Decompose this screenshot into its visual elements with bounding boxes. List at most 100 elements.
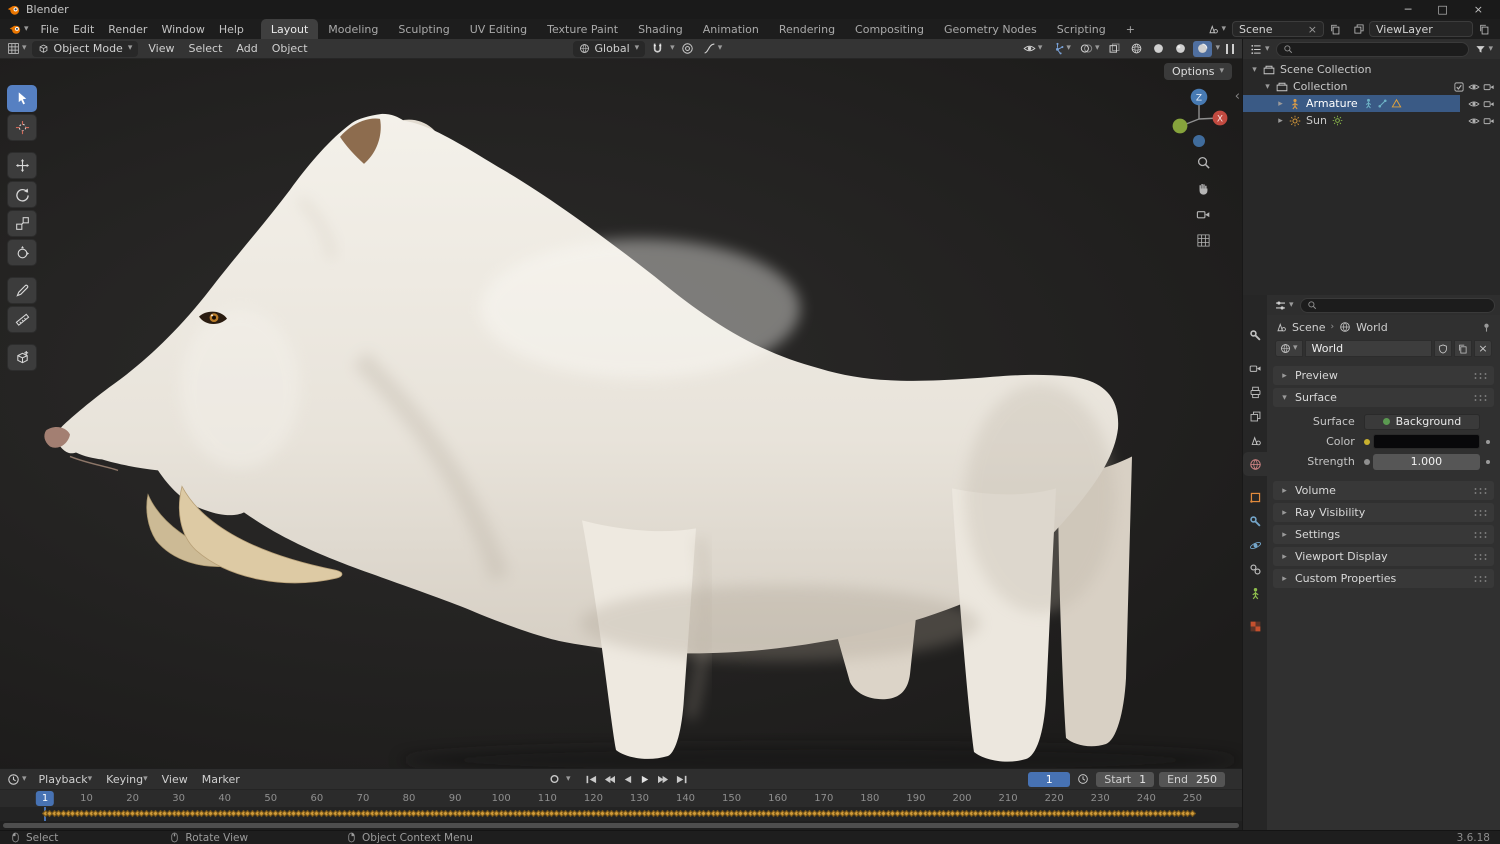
- viewport-menu-add[interactable]: Add: [229, 42, 264, 55]
- panel-volume[interactable]: ▸ Volume: [1273, 481, 1494, 500]
- tool-move[interactable]: [7, 152, 37, 179]
- menu-window[interactable]: Window: [154, 19, 211, 39]
- xray-toggle[interactable]: [1105, 41, 1124, 57]
- timeline-menu-marker[interactable]: Marker: [195, 773, 247, 786]
- show-overlays-toggle[interactable]: ▾: [1077, 41, 1103, 57]
- options-button[interactable]: Options ▾: [1164, 63, 1232, 80]
- strength-field[interactable]: 1.000: [1372, 453, 1480, 470]
- properties-tab-texture[interactable]: [1243, 614, 1267, 638]
- breadcrumb-scene[interactable]: Scene: [1292, 321, 1326, 334]
- viewport-menu-select[interactable]: Select: [181, 42, 229, 55]
- next-keyframe-button[interactable]: [655, 772, 671, 787]
- outliner-row-sun[interactable]: ▸ Sun: [1243, 112, 1500, 129]
- tool-add-cube[interactable]: [7, 344, 37, 371]
- snap-options-caret-icon[interactable]: ▾: [670, 44, 675, 53]
- minimize-button[interactable]: ─: [1405, 3, 1412, 16]
- workspace-tab-texture-paint[interactable]: Texture Paint: [537, 19, 628, 39]
- timeline-menu-playback[interactable]: Playback ▾: [32, 773, 100, 786]
- properties-tab-output[interactable]: [1243, 380, 1267, 404]
- panel-ray-visibility[interactable]: ▸ Ray Visibility: [1273, 503, 1494, 522]
- fake-user-button[interactable]: [1434, 340, 1452, 357]
- animate-color-dot[interactable]: [1483, 439, 1492, 444]
- snap-toggle[interactable]: [648, 41, 667, 57]
- camera-toggle[interactable]: [1483, 98, 1495, 110]
- properties-tab-modifiers[interactable]: [1243, 509, 1267, 533]
- unlink-scene-icon[interactable]: ×: [1308, 23, 1317, 36]
- timeline-keyframe-track[interactable]: [0, 807, 1242, 821]
- toggle-perspective-grid-icon[interactable]: [1196, 233, 1211, 248]
- shading-options-caret-icon[interactable]: ▾: [1215, 44, 1220, 53]
- current-frame-field[interactable]: 1: [1028, 771, 1071, 787]
- menu-file[interactable]: File: [34, 19, 66, 39]
- properties-tab-object[interactable]: [1243, 485, 1267, 509]
- play-button[interactable]: [637, 772, 653, 787]
- workspace-tab-rendering[interactable]: Rendering: [769, 19, 845, 39]
- frame-start-field[interactable]: Start 1: [1096, 771, 1155, 787]
- properties-tab-render[interactable]: [1243, 356, 1267, 380]
- menu-help[interactable]: Help: [212, 19, 251, 39]
- prev-keyframe-button[interactable]: [601, 772, 617, 787]
- browse-scene-button[interactable]: ▾: [1205, 23, 1228, 35]
- shading-solid-button[interactable]: [1149, 41, 1168, 57]
- outliner-row-scene-collection[interactable]: ▾ Scene Collection: [1243, 61, 1500, 78]
- workspace-tab-modeling[interactable]: Modeling: [318, 19, 388, 39]
- shading-wireframe-button[interactable]: [1127, 41, 1146, 57]
- pan-hand-icon[interactable]: [1196, 181, 1211, 196]
- new-scene-button[interactable]: [1328, 24, 1343, 35]
- panel-custom-properties[interactable]: ▸ Custom Properties: [1273, 569, 1494, 588]
- navigation-gizmo[interactable]: Z X: [1167, 85, 1231, 149]
- scrollbar-thumb[interactable]: [3, 823, 1239, 828]
- eye-toggle[interactable]: [1468, 98, 1480, 110]
- properties-tab-scene[interactable]: [1243, 428, 1267, 452]
- workspace-tab-scripting[interactable]: Scripting: [1047, 19, 1116, 39]
- transform-orientation-dropdown[interactable]: Global ▾: [572, 40, 646, 57]
- saber-tooth-cat-model[interactable]: [0, 59, 1242, 768]
- properties-tab-constraints[interactable]: [1243, 557, 1267, 581]
- properties-tab-tool[interactable]: [1243, 323, 1267, 347]
- zoom-icon[interactable]: [1196, 155, 1211, 170]
- timeline-menu-keying[interactable]: Keying ▾: [99, 773, 154, 786]
- shading-rendered-button[interactable]: [1193, 40, 1213, 57]
- outliner-row-collection[interactable]: ▾ Collection: [1243, 78, 1500, 95]
- properties-editor-type-button[interactable]: ▾: [1272, 299, 1296, 312]
- menu-render[interactable]: Render: [101, 19, 154, 39]
- viewport-menu-object[interactable]: Object: [265, 42, 315, 55]
- disclosure-icon[interactable]: ▸: [1275, 99, 1286, 109]
- workspace-tab-animation[interactable]: Animation: [693, 19, 769, 39]
- panel-viewport-display[interactable]: ▸ Viewport Display: [1273, 547, 1494, 566]
- world-color-swatch[interactable]: [1372, 434, 1480, 449]
- eye-toggle[interactable]: [1468, 81, 1480, 93]
- disclosure-icon[interactable]: ▾: [1262, 82, 1273, 92]
- viewlayer-selector[interactable]: ViewLayer: [1369, 21, 1473, 37]
- tool-scale[interactable]: [7, 210, 37, 237]
- properties-tab-physics[interactable]: [1243, 533, 1267, 557]
- current-frame-marker[interactable]: 1: [35, 791, 55, 806]
- workspace-tab-uv-editing[interactable]: UV Editing: [460, 19, 537, 39]
- 3d-viewport[interactable]: Options ▾ Z X ‹: [0, 59, 1242, 768]
- mode-dropdown[interactable]: Object Mode ▾: [31, 40, 139, 57]
- tool-select-box[interactable]: [7, 85, 37, 112]
- scene-selector[interactable]: Scene ×: [1232, 21, 1324, 37]
- timeline-editor-type-button[interactable]: ▾: [5, 773, 29, 786]
- world-name-field[interactable]: World: [1304, 340, 1432, 357]
- maximize-button[interactable]: □: [1437, 3, 1447, 16]
- timeline-menu-view[interactable]: View: [155, 773, 195, 786]
- camera-toggle[interactable]: [1483, 115, 1495, 127]
- timeline-ruler[interactable]: 1 10 20 30 40 50 60 70 80 90 100 110 120 130 140 150 16…: [0, 789, 1242, 807]
- eye-toggle[interactable]: [1468, 115, 1480, 127]
- keying-set-caret-icon[interactable]: ▾: [566, 774, 571, 784]
- use-preview-range-toggle[interactable]: [1075, 772, 1091, 787]
- viewport-menu-view[interactable]: View: [141, 42, 181, 55]
- proportional-falloff-dropdown[interactable]: ▾: [700, 41, 726, 57]
- workspace-tab-sculpting[interactable]: Sculpting: [388, 19, 459, 39]
- camera-view-icon[interactable]: [1196, 207, 1211, 222]
- properties-tab-object-data[interactable]: [1243, 581, 1267, 605]
- sidebar-collapse-icon[interactable]: ‹: [1235, 89, 1240, 104]
- browse-world-button[interactable]: ▾: [1275, 340, 1303, 357]
- outliner-editor-type-button[interactable]: ▾: [1248, 43, 1272, 56]
- object-visibility-dropdown[interactable]: ▾: [1020, 41, 1046, 57]
- camera-toggle[interactable]: [1483, 81, 1495, 93]
- jump-to-start-button[interactable]: [583, 772, 599, 787]
- tool-annotate[interactable]: [7, 277, 37, 304]
- disclosure-icon[interactable]: ▸: [1275, 116, 1286, 126]
